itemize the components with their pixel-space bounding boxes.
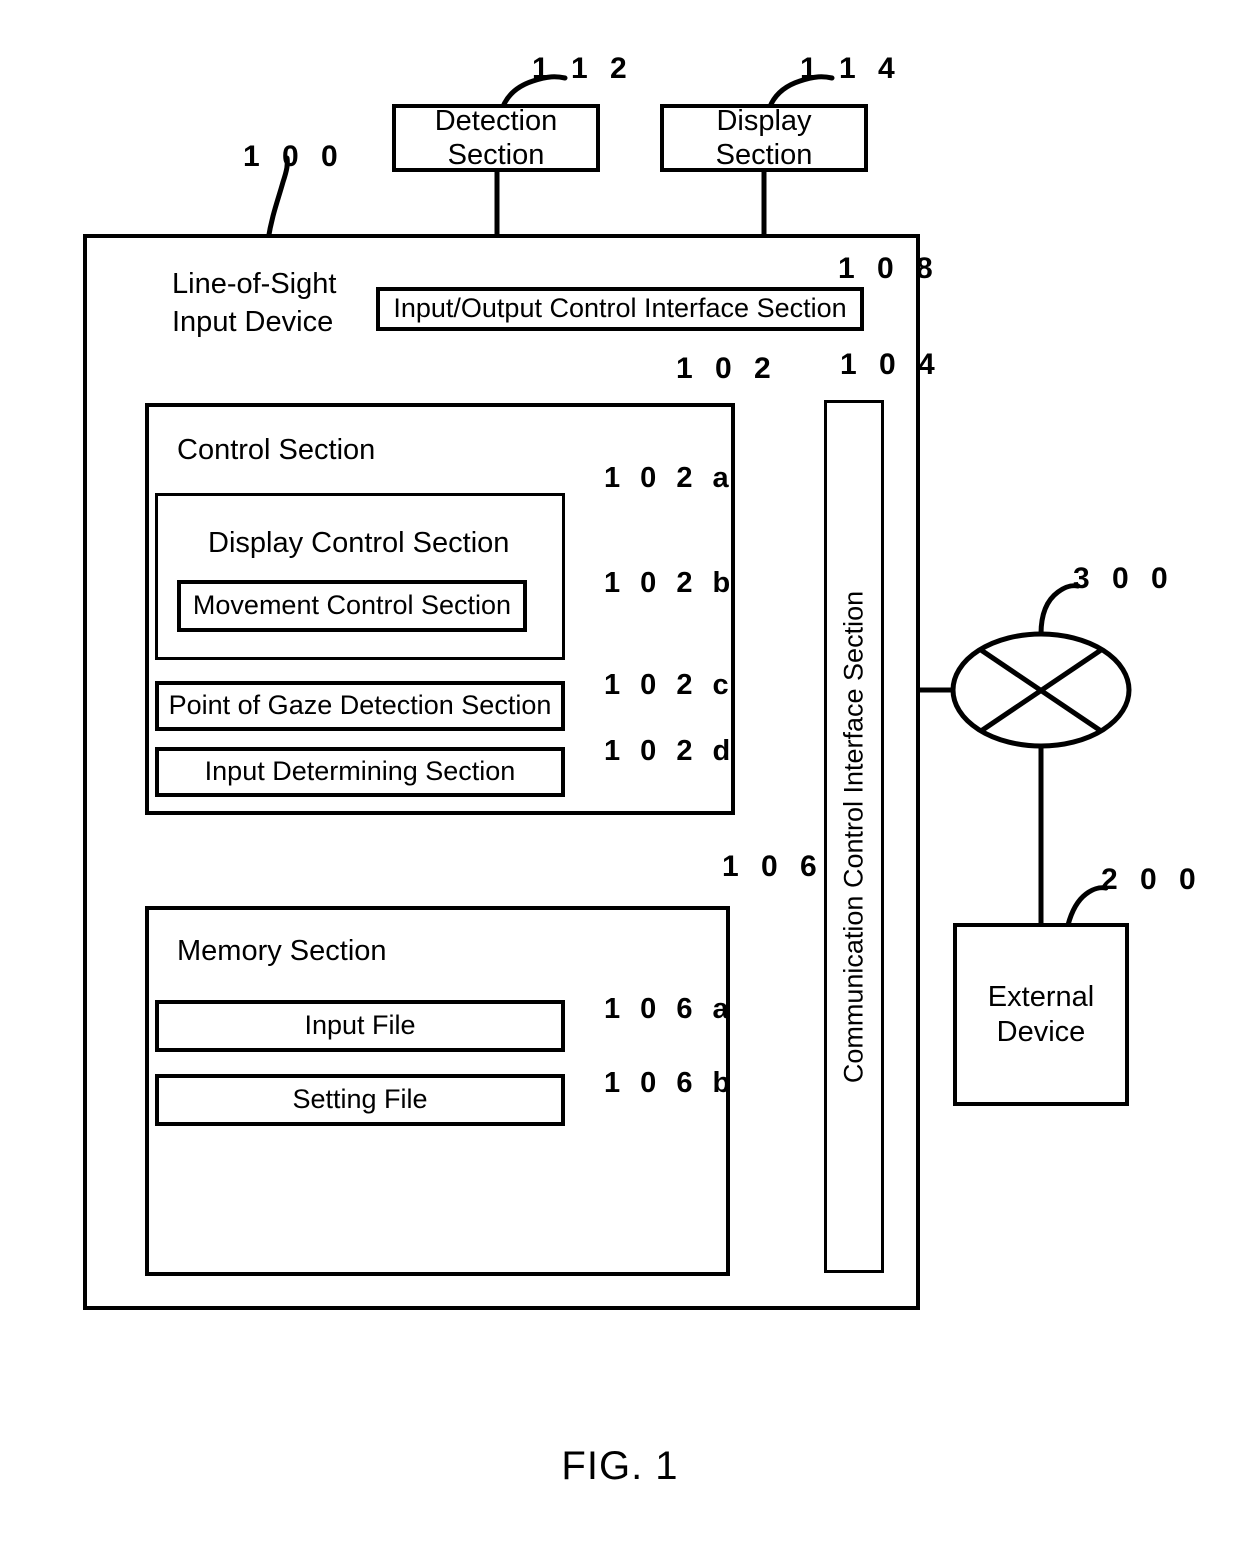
figure-caption: FIG. 1 [561,1444,679,1488]
ref-106: 1 0 6 [722,850,824,883]
external-device-box[interactable]: External Device [953,923,1129,1106]
ref-200: 2 0 0 [1101,863,1203,896]
setting-file-label: Setting File [292,1084,428,1115]
input-determining-section-label: Input Determining Section [204,756,516,787]
patent-figure: Detection Section 1 1 2 Display Section … [0,0,1240,1543]
input-file-label: Input File [304,1010,416,1041]
ref-102d: 1 0 2 d [604,735,737,767]
ref-300: 3 0 0 [1073,562,1175,595]
display-control-section-box[interactable]: Display Control Section [155,493,565,660]
setting-file-box[interactable]: Setting File [155,1074,565,1126]
ref-102b: 1 0 2 b [604,567,737,599]
ref-114: 1 1 4 [800,52,902,85]
display-section-box[interactable]: Display Section [660,104,868,172]
control-section-label: Control Section [177,434,376,466]
ref-104: 1 0 4 [840,348,942,381]
external-device-label: External Device [987,981,1095,1048]
communication-control-interface-section-label: Communication Control Interface Section [838,590,869,1083]
input-determining-section-box[interactable]: Input Determining Section [155,747,565,797]
display-section-label: Display Section [715,104,813,171]
detection-section-box[interactable]: Detection Section [392,104,600,172]
ref-106a: 1 0 6 a [604,993,735,1025]
ref-112: 1 1 2 [532,52,634,85]
network-cloud-icon [950,631,1132,749]
point-of-gaze-detection-section-box[interactable]: Point of Gaze Detection Section [155,681,565,731]
detection-section-label: Detection Section [434,104,558,171]
ref-102: 1 0 2 [676,352,778,385]
ref-106b: 1 0 6 b [604,1067,737,1099]
ref-102c: 1 0 2 c [604,669,735,701]
movement-control-section-box[interactable]: Movement Control Section [177,580,527,632]
ref-102a: 1 0 2 a [604,462,735,494]
display-control-section-label: Display Control Section [208,527,510,559]
line-of-sight-input-device-title: Line-of-Sight Input Device [172,268,337,339]
point-of-gaze-detection-section-label: Point of Gaze Detection Section [168,690,552,721]
memory-section-label: Memory Section [177,935,387,967]
io-control-interface-section-box[interactable]: Input/Output Control Interface Section [376,287,864,331]
input-file-box[interactable]: Input File [155,1000,565,1052]
communication-control-interface-section-box[interactable]: Communication Control Interface Section [824,400,884,1273]
ref-108: 1 0 8 [838,252,940,285]
ref-100: 1 0 0 [243,140,345,173]
movement-control-section-label: Movement Control Section [192,590,512,621]
io-control-interface-section-label: Input/Output Control Interface Section [393,293,847,324]
